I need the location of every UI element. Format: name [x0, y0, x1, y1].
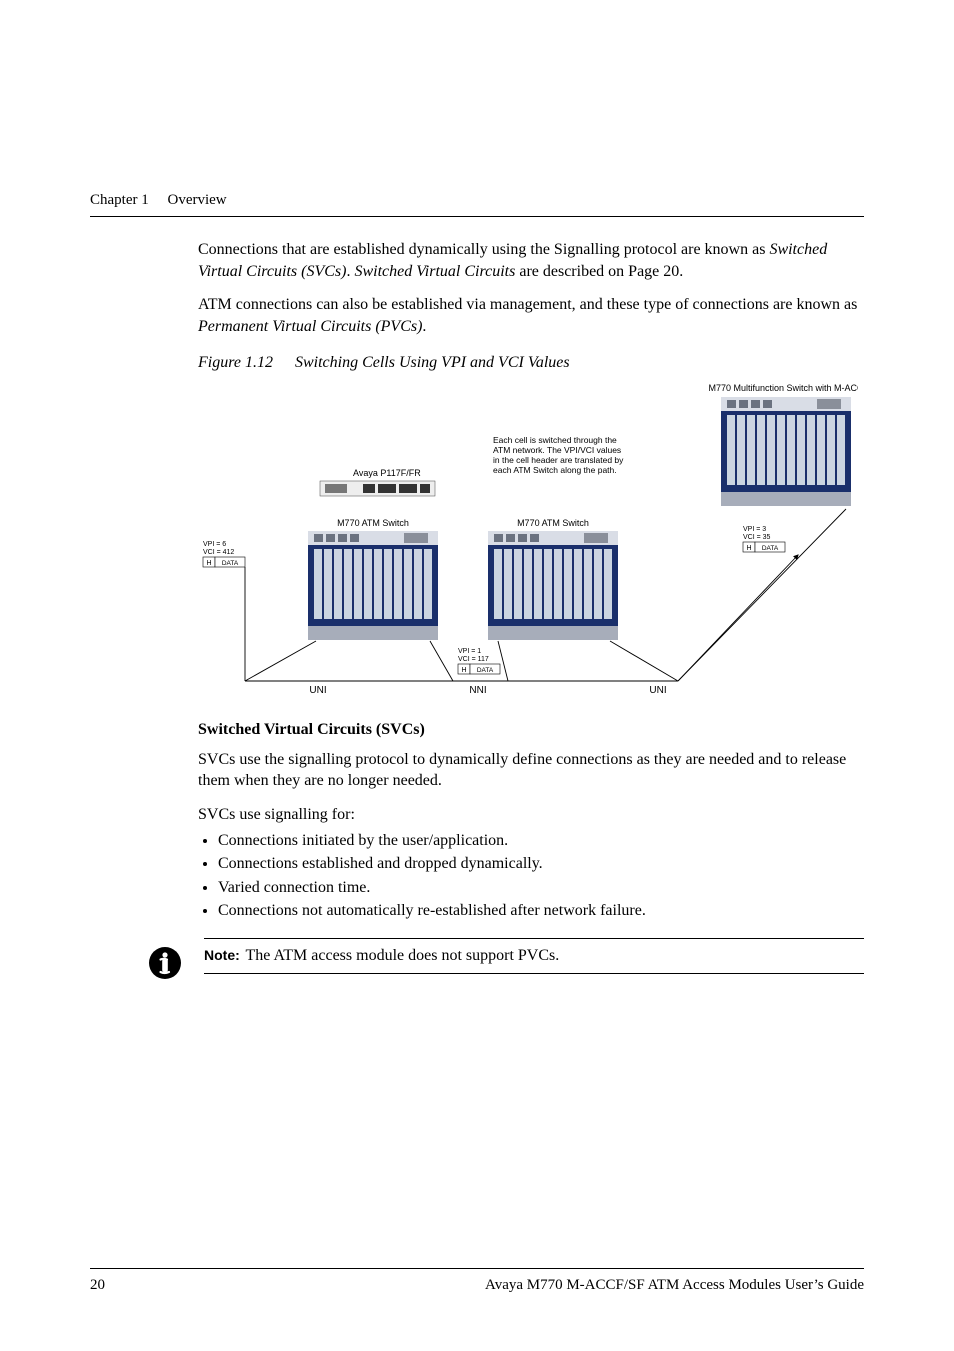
- cell-middle: VPI = 1 VCI = 117 H DATA: [458, 648, 500, 674]
- paragraph-pvc-intro: ATM connections can also be established …: [198, 294, 864, 337]
- cell-left: VPI = 6 VCI = 412 H DATA: [203, 541, 245, 567]
- p117-icon: [320, 481, 435, 496]
- svc-bullet-list: Connections initiated by the user/applic…: [198, 830, 864, 922]
- svg-text:DATA: DATA: [762, 545, 779, 552]
- label-switch2: M770 ATM Switch: [517, 518, 589, 528]
- switch-2-icon: [488, 531, 618, 640]
- label-nni: NNI: [469, 685, 486, 696]
- figure-desc-line4: each ATM Switch along the path.: [493, 465, 617, 475]
- svg-text:VCI = 412: VCI = 412: [203, 549, 234, 556]
- footer-rule: [90, 1268, 864, 1269]
- svg-text:DATA: DATA: [477, 667, 494, 674]
- svg-text:H: H: [746, 545, 751, 552]
- svc-intro: SVCs use the signalling protocol to dyna…: [198, 749, 864, 792]
- info-icon: [148, 946, 182, 980]
- paragraph-svc-intro: Connections that are established dynamic…: [198, 239, 864, 282]
- svg-text:VCI = 117: VCI = 117: [458, 656, 489, 663]
- doc-title: Avaya M770 M-ACCF/SF ATM Access Modules …: [485, 1275, 864, 1295]
- switch-multifunction-icon: [721, 397, 851, 506]
- label-p117: Avaya P117F/FR: [353, 468, 421, 478]
- note-label: Note:: [204, 947, 240, 963]
- list-item: Connections initiated by the user/applic…: [218, 830, 864, 852]
- svg-text:H: H: [206, 560, 211, 567]
- svc-lead: SVCs use signalling for:: [198, 804, 864, 826]
- note-rule-bottom: [204, 973, 864, 974]
- figure-diagram: M770 Multifunction Switch with M-ACC Eac…: [198, 381, 858, 701]
- cell-right: VPI = 3 VCI = 35 H DATA: [743, 526, 785, 552]
- running-head: Chapter 1 Overview: [90, 190, 864, 210]
- chapter-title: Overview: [167, 192, 226, 208]
- svg-text:VPI = 3: VPI = 3: [743, 526, 766, 533]
- note-content: Note: The ATM access module does not sup…: [204, 938, 864, 974]
- svg-text:VPI = 1: VPI = 1: [458, 648, 481, 655]
- label-uni-right: UNI: [649, 685, 666, 696]
- figure-desc-line2: ATM network. The VPI/VCI values: [493, 445, 621, 455]
- page-number: 20: [90, 1275, 105, 1295]
- svg-text:VCI = 35: VCI = 35: [743, 534, 771, 541]
- svc-heading: Switched Virtual Circuits (SVCs): [198, 719, 864, 741]
- chapter-number: Chapter 1: [90, 192, 149, 208]
- label-multifunction: M770 Multifunction Switch with M-ACC: [708, 383, 858, 393]
- list-item: Varied connection time.: [218, 877, 864, 899]
- svg-text:H: H: [461, 667, 466, 674]
- switch-1-icon: [308, 531, 438, 640]
- figure-number: Figure 1.12: [198, 354, 273, 371]
- list-item: Connections not automatically re-establi…: [218, 900, 864, 922]
- note-text: The ATM access module does not support P…: [246, 947, 560, 964]
- label-switch1: M770 ATM Switch: [337, 518, 409, 528]
- figure-desc-line3: in the cell header are translated by: [493, 455, 624, 465]
- figure-desc-line1: Each cell is switched through the: [493, 435, 617, 445]
- label-uni-left: UNI: [309, 685, 326, 696]
- figure-caption: Figure 1.12 Switching Cells Using VPI an…: [198, 352, 864, 374]
- header-rule: [90, 216, 864, 217]
- svg-text:DATA: DATA: [222, 560, 239, 567]
- page-footer: 20 Avaya M770 M-ACCF/SF ATM Access Modul…: [90, 1268, 864, 1295]
- figure-title: Switching Cells Using VPI and VCI Values: [295, 354, 570, 371]
- body-column: Connections that are established dynamic…: [198, 239, 864, 973]
- svg-text:VPI = 6: VPI = 6: [203, 541, 226, 548]
- list-item: Connections established and dropped dyna…: [218, 853, 864, 875]
- note-block: Note: The ATM access module does not sup…: [148, 938, 864, 974]
